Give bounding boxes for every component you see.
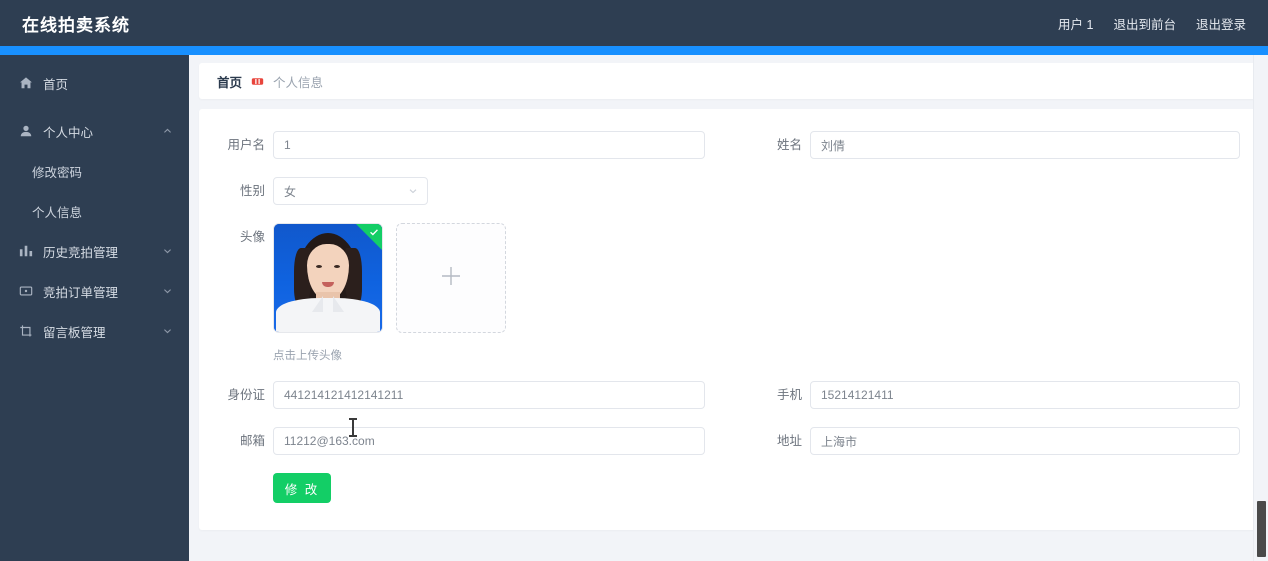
logout-button[interactable]: 退出登录 xyxy=(1196,14,1246,33)
app-header: 在线拍卖系统 用户 1 退出到前台 退出登录 xyxy=(0,0,1268,46)
email-input[interactable] xyxy=(273,427,705,455)
sidebar-top-gap xyxy=(0,55,189,63)
breadcrumb-current: 个人信息 xyxy=(273,75,324,90)
red-separator-icon xyxy=(251,75,264,88)
username-label: 用户名 xyxy=(227,138,265,152)
field-email: 邮箱 xyxy=(199,427,736,455)
app-title: 在线拍卖系统 xyxy=(22,15,130,35)
sidebar-item-personal-center-label: 个人中心 xyxy=(43,125,94,140)
sidebar-item-message-board[interactable]: 留言板管理 xyxy=(0,311,189,351)
username-input[interactable] xyxy=(273,131,705,159)
sidebar-item-personal-center[interactable]: 个人中心 xyxy=(0,111,189,151)
chevron-down-icon-bid-history[interactable] xyxy=(162,246,173,257)
header-actions: 用户 1 退出到前台 退出登录 xyxy=(1058,14,1246,33)
submit-modify-button[interactable]: 修 改 xyxy=(273,473,331,503)
field-gender: 性别 xyxy=(199,177,736,205)
sidebar-subitem-change-password-label: 修改密码 xyxy=(32,165,83,180)
field-address: 地址 xyxy=(736,427,1244,455)
chevron-up-icon[interactable] xyxy=(162,126,173,137)
idcard-label: 身份证 xyxy=(227,388,265,402)
home-icon xyxy=(18,75,34,91)
field-phone: 手机 xyxy=(736,381,1244,409)
avatar-label: 头像 xyxy=(239,230,265,244)
sidebar-subitem-personal-info[interactable]: 个人信息 xyxy=(0,191,189,231)
phone-label: 手机 xyxy=(776,388,802,402)
sidebar-subitem-change-password[interactable]: 修改密码 xyxy=(0,151,189,191)
sidebar-item-home-label: 首页 xyxy=(43,77,69,92)
sidebar-item-bid-history-label: 历史竞拍管理 xyxy=(43,245,119,260)
order-icon xyxy=(18,283,34,299)
idcard-input[interactable] xyxy=(273,381,705,409)
phone-input[interactable] xyxy=(810,381,1240,409)
gender-select-value[interactable] xyxy=(273,177,428,205)
header-accent-bar xyxy=(0,46,1268,55)
sidebar-item-bid-orders-label: 竞拍订单管理 xyxy=(43,285,119,300)
form-row-contact-2: 邮箱 地址 xyxy=(199,427,1258,455)
sidebar-item-message-board-label: 留言板管理 xyxy=(43,325,106,340)
user-icon xyxy=(18,123,34,139)
gender-select[interactable] xyxy=(273,177,428,205)
breadcrumb-home-link[interactable]: 首页 xyxy=(217,72,242,91)
address-input[interactable] xyxy=(810,427,1240,455)
sidebar-nav: 首页 个人中心 修改密码 个人信息 历史竞拍管理 竞拍订单管理 留言板管理 xyxy=(0,55,189,561)
avatar-thumbnail[interactable] xyxy=(273,223,383,333)
field-idcard: 身份证 xyxy=(199,381,736,409)
email-label: 邮箱 xyxy=(239,434,265,448)
page-scrollbar-thumb[interactable] xyxy=(1257,501,1266,557)
field-name: 姓名 xyxy=(736,131,1244,159)
current-user-label[interactable]: 用户 1 xyxy=(1058,14,1093,33)
name-label: 姓名 xyxy=(776,138,802,152)
field-username: 用户名 xyxy=(199,131,736,159)
plus-icon xyxy=(438,263,464,294)
exit-to-frontend-button[interactable]: 退出到前台 xyxy=(1113,14,1176,33)
page-root: 在线拍卖系统 用户 1 退出到前台 退出登录 首页 个人中心 修改密码 个人信息… xyxy=(0,0,1268,561)
avatar-upload-button[interactable] xyxy=(396,223,506,333)
check-icon xyxy=(369,227,379,237)
profile-form: 用户名 姓名 性别 xyxy=(199,109,1258,530)
form-row-gender: 性别 xyxy=(199,177,1258,205)
form-row-avatar: 头像 xyxy=(199,223,1258,333)
chevron-down-icon-bid-orders[interactable] xyxy=(162,286,173,297)
chart-icon xyxy=(18,243,34,259)
avatar-uploader xyxy=(273,223,506,333)
sidebar-item-home[interactable]: 首页 xyxy=(0,63,189,103)
form-row-contact-1: 身份证 手机 xyxy=(199,381,1258,409)
message-board-icon xyxy=(18,323,34,339)
avatar-upload-hint: 点击上传头像 xyxy=(273,350,342,362)
form-row-identity: 用户名 姓名 xyxy=(199,131,1258,159)
address-label: 地址 xyxy=(776,434,802,448)
sidebar-gap-1 xyxy=(0,103,189,111)
page-scrollbar-track[interactable] xyxy=(1253,55,1268,561)
breadcrumb: 首页 个人信息 xyxy=(199,63,1258,99)
chevron-down-icon-message-board[interactable] xyxy=(162,326,173,337)
sidebar-subitem-personal-info-label: 个人信息 xyxy=(32,205,83,220)
main-content: 首页 个人信息 用户名 姓名 性别 xyxy=(189,55,1268,561)
sidebar-item-bid-history[interactable]: 历史竞拍管理 xyxy=(0,231,189,271)
gender-label: 性别 xyxy=(239,184,265,198)
name-input[interactable] xyxy=(810,131,1240,159)
sidebar-item-bid-orders[interactable]: 竞拍订单管理 xyxy=(0,271,189,311)
